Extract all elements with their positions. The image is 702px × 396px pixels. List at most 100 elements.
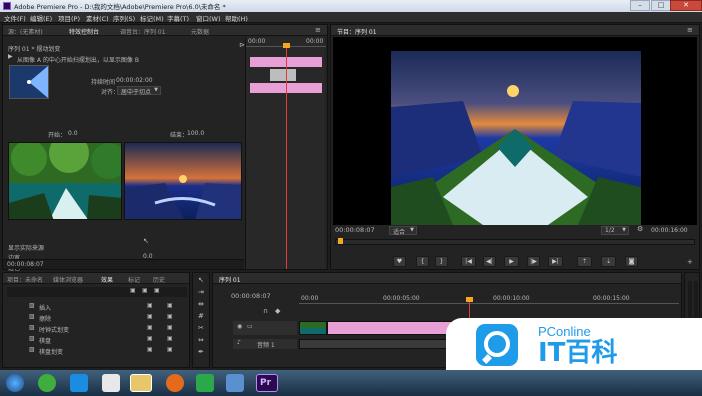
pen-tool-icon[interactable]: ✒	[198, 349, 204, 356]
minimize-button[interactable]: –	[630, 0, 650, 11]
firefox-icon[interactable]	[166, 374, 184, 392]
resolution-value: 1/2	[605, 227, 615, 234]
menu-project[interactable]: 项目(P)	[58, 13, 80, 23]
mark-in-button[interactable]: {	[416, 256, 429, 267]
tab-effects[interactable]: 效果	[101, 275, 113, 284]
end-value[interactable]: 100.0	[187, 130, 204, 137]
media-player-icon[interactable]	[196, 374, 214, 392]
menu-marker[interactable]: 标记(M)	[140, 13, 164, 23]
video-track-header: ◉ ▭	[233, 321, 297, 335]
rolling-edit-tool-icon[interactable]: #	[198, 313, 204, 320]
menu-title[interactable]: 字幕(T)	[167, 13, 189, 23]
add-marker-button[interactable]: ♥	[393, 256, 406, 267]
program-playhead[interactable]	[338, 238, 343, 244]
tab-audio-mixer[interactable]: 调音台：序列 01	[120, 27, 166, 36]
add-button-icon[interactable]: +	[687, 259, 693, 266]
show-actual-sources-checkbox[interactable]: 显示实际来源	[8, 243, 44, 252]
browser-ie-icon[interactable]	[70, 374, 88, 392]
program-timecode[interactable]: 00:00:08:07	[335, 226, 375, 234]
start-value[interactable]: 0.0	[68, 130, 78, 137]
duration-value[interactable]: 00:00:02:00	[116, 77, 153, 84]
playhead-line[interactable]	[286, 46, 287, 269]
premiere-taskbar-icon[interactable]: Pr	[256, 374, 278, 392]
timeline-playhead-handle[interactable]	[466, 297, 473, 302]
accelerated-filter-icon[interactable]: ▣	[130, 288, 136, 294]
export-frame-button[interactable]: ◙	[625, 256, 638, 267]
selection-tool-icon[interactable]: ↖	[198, 277, 204, 284]
step-forward-button[interactable]: |▶	[527, 256, 540, 267]
yuv-filter-icon[interactable]: ▣	[154, 288, 160, 294]
explorer-folder-icon[interactable]	[130, 374, 152, 392]
tab-markers[interactable]: 标记	[128, 275, 140, 284]
transition-preview-thumbnail	[9, 65, 49, 99]
panel-menu-icon[interactable]: ≡	[315, 27, 321, 34]
project-effects-panel: 项目：未命名 媒体浏览器 效果 标记 历史 ▣ ▣ ▣ ▨ 插入 ▣ ▣ ▨ 擦…	[2, 272, 190, 368]
qq-icon[interactable]	[102, 374, 120, 392]
transition-bar[interactable]	[270, 69, 296, 81]
lock-icon[interactable]: ▭	[247, 324, 253, 330]
close-button[interactable]: ✕	[670, 0, 702, 11]
play-button[interactable]: ▶	[504, 256, 519, 267]
timeline-ruler-line	[299, 303, 679, 304]
list-item[interactable]: ▨ 棋盘 ▣ ▣	[9, 334, 187, 346]
tab-media-browser[interactable]: 媒体浏览器	[53, 275, 83, 284]
list-item[interactable]: ▨ 棋盘划变 ▣ ▣	[9, 345, 187, 357]
effect-timecode[interactable]: 00:00:08:07	[7, 261, 44, 268]
align-select[interactable]: 居中于切点 ▼	[117, 86, 161, 96]
menu-file[interactable]: 文件(F)	[4, 13, 26, 23]
eye-icon[interactable]: ◉	[237, 324, 242, 330]
track-select-tool-icon[interactable]: ⇥	[198, 289, 204, 296]
resolution-select[interactable]: 1/2 ▼	[601, 226, 629, 235]
mark-out-button[interactable]: }	[435, 256, 448, 267]
go-to-out-button[interactable]: ▶|	[548, 256, 563, 267]
tab-source[interactable]: 源：(无素材)	[8, 27, 43, 36]
timeline-tab-bar: 序列 01	[213, 273, 681, 284]
list-item[interactable]: ▨ 擦除 ▣ ▣	[9, 312, 187, 324]
playhead-handle[interactable]	[283, 43, 290, 48]
collapse-icon[interactable]: ⊳	[239, 42, 245, 49]
app-360-icon[interactable]	[38, 374, 56, 392]
tab-history[interactable]: 历史	[153, 275, 165, 284]
marker-icon[interactable]: ◆	[275, 308, 280, 315]
menu-sequence[interactable]: 序列(S)	[113, 13, 135, 23]
step-back-button[interactable]: ◀|	[483, 256, 496, 267]
tab-project[interactable]: 项目：未命名	[7, 275, 43, 284]
go-to-in-button[interactable]: |◀	[461, 256, 476, 267]
list-item[interactable]: ▨ 时钟式划变 ▣ ▣	[9, 323, 187, 335]
pconline-logo-icon	[476, 324, 518, 366]
remote-desktop-icon[interactable]	[226, 374, 244, 392]
list-item[interactable]: ▨ 插入 ▣ ▣	[9, 301, 187, 313]
effect-name: 时钟式划变	[39, 327, 70, 334]
slip-tool-icon[interactable]: ⇔	[198, 337, 204, 344]
timeline-timecode[interactable]: 00:00:08:07	[231, 292, 271, 300]
tab-program[interactable]: 节目：序列 01	[337, 27, 377, 36]
menu-window[interactable]: 窗口(W)	[196, 13, 221, 23]
program-scrub-bar[interactable]	[335, 238, 695, 245]
wrench-icon[interactable]: ⚙	[637, 226, 643, 233]
tab-metadata[interactable]: 元数据	[191, 27, 209, 36]
32bit-filter-icon[interactable]: ▣	[142, 288, 148, 294]
lift-button[interactable]: ⇡	[577, 256, 592, 267]
yuv-badge-icon: ▣	[167, 313, 173, 320]
menu-help[interactable]: 帮助(H)	[225, 13, 248, 23]
play-transition-icon[interactable]: ▶	[8, 54, 13, 60]
effect-name: 棋盘划变	[39, 349, 64, 356]
start-button[interactable]	[6, 374, 24, 392]
razor-tool-icon[interactable]: ✂	[198, 325, 204, 332]
accelerated-badge-icon: ▣	[147, 324, 153, 331]
maximize-button[interactable]: □	[651, 0, 671, 11]
fit-select[interactable]: 适合 ▼	[389, 226, 417, 236]
extract-button[interactable]: ⇣	[601, 256, 616, 267]
ruler-end: 00:00	[306, 38, 324, 45]
panel-menu-icon[interactable]: ≡	[687, 27, 693, 34]
menu-clip[interactable]: 素材(C)	[86, 13, 109, 23]
video-clip-thumbnail[interactable]	[299, 321, 327, 335]
speaker-icon[interactable]: ♪	[237, 340, 241, 346]
forest-image	[9, 143, 121, 219]
duration-label: 持续时间	[91, 79, 116, 86]
menu-edit[interactable]: 编辑(E)	[30, 13, 52, 23]
tab-effect-controls[interactable]: 特效控制台	[69, 27, 99, 36]
snap-icon[interactable]: ∩	[263, 308, 268, 315]
tab-sequence-01[interactable]: 序列 01	[219, 275, 241, 284]
ripple-edit-tool-icon[interactable]: ⇹	[198, 301, 204, 308]
